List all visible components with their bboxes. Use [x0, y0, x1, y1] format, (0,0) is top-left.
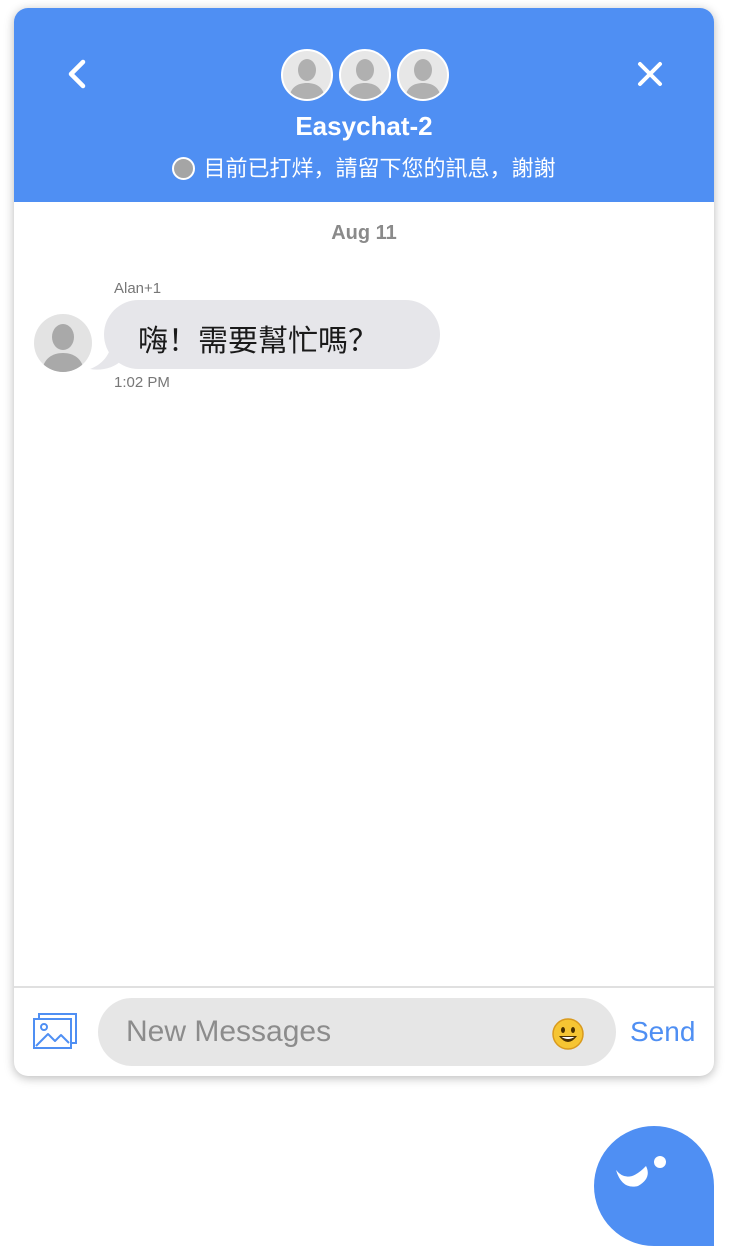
status-line: 目前已打烊，請留下您的訊息，謝謝 — [14, 151, 714, 183]
status-dot-icon — [172, 157, 196, 180]
person-silhouette-icon — [289, 59, 325, 99]
emoji-button[interactable] — [552, 1018, 584, 1050]
message-timestamp: 1:02 PM — [114, 374, 170, 391]
close-icon — [638, 62, 662, 86]
chat-title: Easychat-2 — [295, 111, 433, 141]
image-upload-button[interactable] — [32, 1012, 78, 1050]
date-separator: Aug 11 — [331, 222, 397, 244]
smiley-emoji-icon — [552, 1018, 584, 1050]
message-text: 嗨！需要幫忙嗎？ — [138, 324, 378, 359]
agent-avatar-2 — [339, 49, 391, 101]
chat-launcher-button[interactable] — [594, 1126, 714, 1246]
message-input-container — [98, 998, 616, 1066]
message-bubble: 嗨！需要幫忙嗎？ — [104, 300, 440, 369]
agent-avatar-3 — [397, 49, 449, 101]
composer-divider — [14, 986, 714, 988]
message-input[interactable] — [126, 1008, 536, 1056]
agent-avatars — [281, 49, 451, 101]
status-text: 目前已打烊，請留下您的訊息，謝謝 — [203, 156, 556, 181]
person-silhouette-icon — [405, 59, 441, 99]
chat-widget: Easychat-2 目前已打烊，請留下您的訊息，謝謝 Aug 11 Alan+… — [14, 8, 714, 1076]
smiley-chat-icon — [616, 1156, 666, 1187]
agent-avatar-1 — [281, 49, 333, 101]
chevron-left-icon — [68, 59, 86, 89]
send-button[interactable]: Send — [630, 1016, 695, 1048]
close-button[interactable] — [630, 54, 670, 94]
person-silhouette-icon — [347, 59, 383, 99]
image-icon — [33, 1013, 77, 1049]
sender-name: Alan+1 — [114, 280, 162, 297]
chat-header: Easychat-2 目前已打烊，請留下您的訊息，謝謝 — [14, 8, 714, 202]
back-button[interactable] — [58, 54, 98, 94]
